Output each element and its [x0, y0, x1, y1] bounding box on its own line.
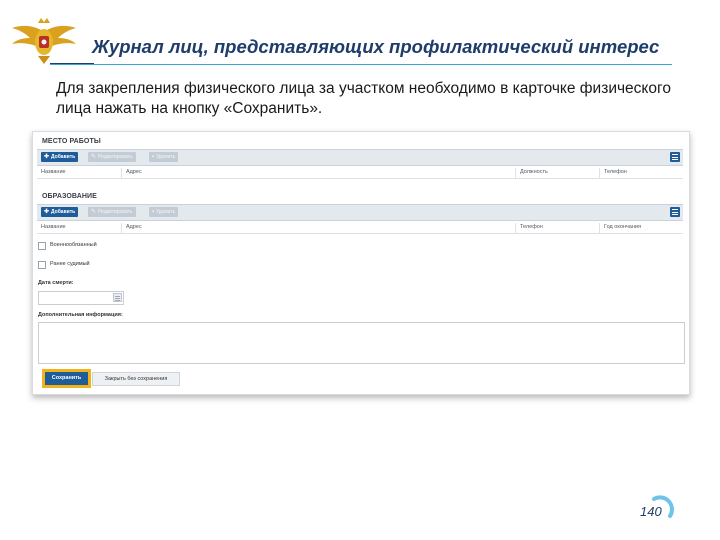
workplace-delete-button[interactable]: ▪ Удалить — [149, 152, 179, 162]
column-header: Название — [41, 224, 66, 230]
education-section-title: ОБРАЗОВАНИЕ — [42, 193, 97, 200]
workplace-table-header: Название Адрес Должность Телефон — [37, 166, 683, 179]
education-table-header: Название Адрес Телефон Год окончания — [37, 221, 683, 234]
plus-icon: ✚ — [44, 209, 50, 215]
workplace-columns-menu-icon[interactable] — [670, 152, 680, 162]
workplace-add-button[interactable]: ✚ Добавить — [41, 152, 79, 162]
column-header: Телефон — [599, 168, 627, 178]
military-checkbox[interactable] — [38, 242, 46, 250]
eagle-emblem-icon — [12, 18, 76, 64]
close-without-saving-button[interactable]: Закрыть без сохранения — [92, 372, 180, 386]
death-date-label: Дата смерти: — [38, 280, 74, 286]
military-checkbox-label: Военнообязанный — [50, 242, 97, 248]
pencil-icon: ✎ — [91, 209, 97, 215]
additional-info-textarea[interactable] — [38, 322, 685, 364]
education-toolbar: ✚ Добавить ✎ Редактировать ▪ Удалить — [37, 204, 683, 221]
save-button[interactable]: Сохранить — [45, 372, 88, 385]
pencil-icon: ✎ — [91, 154, 97, 160]
education-add-button[interactable]: ✚ Добавить — [41, 207, 79, 217]
calendar-icon[interactable] — [113, 293, 122, 302]
trash-icon: ▪ — [152, 209, 155, 215]
save-button-highlight: Сохранить — [42, 369, 91, 388]
workplace-edit-button[interactable]: ✎ Редактировать — [88, 152, 136, 162]
slide-title: Журнал лиц, представляющих профилактичес… — [92, 36, 660, 57]
workplace-toolbar: ✚ Добавить ✎ Редактировать ▪ Удалить — [37, 149, 683, 166]
title-underline — [50, 64, 672, 65]
column-header: Адрес — [121, 168, 142, 178]
workplace-section-title: МЕСТО РАБОТЫ — [42, 138, 101, 145]
convicted-checkbox[interactable] — [38, 261, 46, 269]
education-columns-menu-icon[interactable] — [670, 207, 680, 217]
convicted-checkbox-label: Ранее судимый — [50, 261, 90, 267]
column-header: Год окончания — [599, 223, 641, 233]
column-header: Телефон — [515, 223, 543, 233]
page-number: 140 — [640, 504, 662, 519]
trash-icon: ▪ — [152, 154, 155, 160]
death-date-input[interactable] — [38, 291, 124, 305]
column-header: Название — [41, 169, 66, 175]
education-edit-button[interactable]: ✎ Редактировать — [88, 207, 136, 217]
additional-info-label: Дополнительная информация: — [38, 312, 123, 318]
column-header: Адрес — [121, 223, 142, 233]
slide-subtitle: Для закрепления физического лица за учас… — [56, 80, 671, 117]
plus-icon: ✚ — [44, 154, 50, 160]
form-screenshot: МЕСТО РАБОТЫ ✚ Добавить ✎ Редактировать ▪ У… — [32, 131, 690, 395]
education-delete-button[interactable]: ▪ Удалить — [149, 207, 179, 217]
column-header: Должность — [515, 168, 548, 178]
